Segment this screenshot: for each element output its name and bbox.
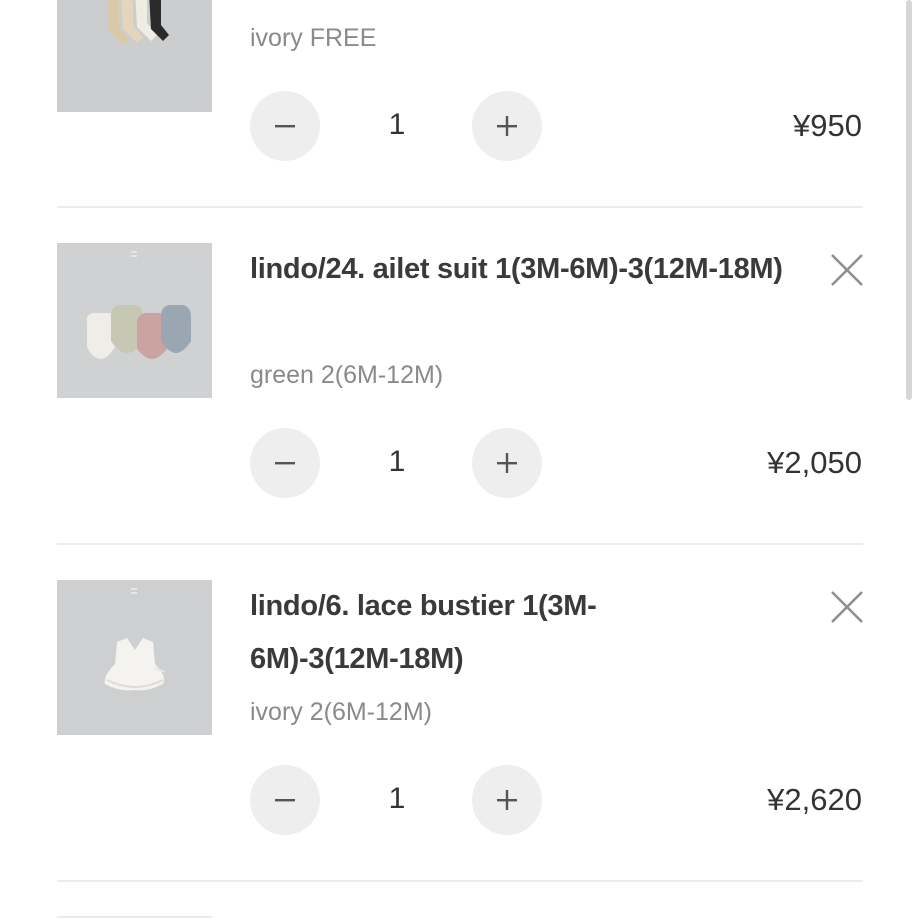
close-icon [831, 591, 863, 623]
plus-icon [497, 453, 517, 473]
minus-icon [275, 799, 295, 802]
decrease-quantity-button[interactable] [250, 91, 320, 161]
decrease-quantity-button[interactable] [250, 765, 320, 835]
minus-icon [275, 462, 295, 465]
close-icon [831, 254, 863, 286]
divider [57, 543, 863, 545]
divider [57, 206, 863, 208]
item-price: ¥2,050 [767, 445, 862, 480]
quantity-value: 1 [388, 108, 406, 141]
quantity-value: 1 [388, 445, 406, 478]
increase-quantity-button[interactable] [472, 428, 542, 498]
remove-item-button[interactable] [827, 587, 867, 627]
item-price: ¥2,620 [767, 782, 862, 817]
plus-icon [497, 116, 517, 136]
product-variant: ivory 2(6M-12M) [250, 698, 432, 726]
socks-image [57, 0, 212, 112]
decrease-quantity-button[interactable] [250, 428, 320, 498]
minus-icon [275, 125, 295, 128]
scrollbar[interactable] [906, 0, 912, 400]
divider [57, 880, 863, 882]
product-title[interactable]: lindo/24. ailet suit 1(3M-6M)-3(12M-18M) [250, 243, 810, 296]
plus-icon [497, 790, 517, 810]
product-thumbnail[interactable] [57, 0, 212, 112]
product-variant: green 2(6M-12M) [250, 361, 444, 389]
lace-bustier-image [57, 580, 212, 735]
remove-item-button[interactable] [827, 250, 867, 290]
divider [57, 916, 212, 918]
increase-quantity-button[interactable] [472, 91, 542, 161]
increase-quantity-button[interactable] [472, 765, 542, 835]
product-variant: ivory FREE [250, 24, 377, 52]
quantity-value: 1 [388, 782, 406, 815]
product-title[interactable]: lindo/6. lace bustier 1(3M-6M)-3(12M-18M… [250, 580, 650, 686]
product-thumbnail[interactable] [57, 243, 212, 398]
product-thumbnail[interactable] [57, 580, 212, 735]
item-price: ¥950 [793, 108, 862, 143]
bodysuits-image [57, 243, 212, 398]
